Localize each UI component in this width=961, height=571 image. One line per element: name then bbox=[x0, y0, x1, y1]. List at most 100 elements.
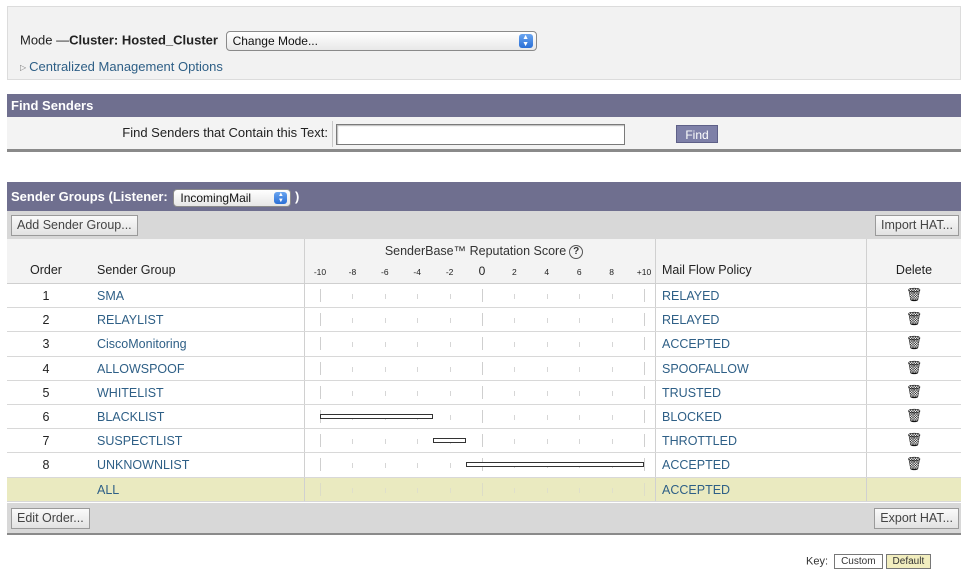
scale-tick bbox=[384, 390, 386, 396]
scale-tick-label: 2 bbox=[512, 267, 517, 277]
column-divider bbox=[655, 453, 656, 477]
scale-tick bbox=[482, 361, 483, 375]
scale-tick bbox=[449, 342, 451, 348]
reputation-range bbox=[312, 381, 652, 404]
add-sender-group-button[interactable]: Add Sender Group... bbox=[11, 215, 138, 236]
listener-select[interactable]: IncomingMail ▲ ▼ bbox=[173, 188, 292, 207]
mail-flow-policy-link[interactable]: ACCEPTED bbox=[662, 453, 730, 476]
mail-flow-policy-link[interactable]: RELAYED bbox=[662, 308, 719, 331]
change-mode-value: Change Mode... bbox=[232, 34, 318, 48]
score-range-bar bbox=[320, 413, 434, 419]
trash-icon[interactable]: 🗑 bbox=[867, 381, 961, 404]
reputation-range bbox=[312, 284, 652, 307]
mail-flow-policy-link[interactable]: RELAYED bbox=[662, 284, 719, 307]
scale-tick bbox=[546, 294, 548, 299]
sender-group-link[interactable]: CiscoMonitoring bbox=[97, 332, 187, 355]
column-divider bbox=[304, 284, 305, 308]
find-senders-input[interactable] bbox=[336, 124, 625, 145]
scale-tick bbox=[644, 289, 645, 302]
listener-value: IncomingMail bbox=[180, 190, 252, 205]
centralized-management-link[interactable]: ▷ Centralized Management Options bbox=[20, 59, 223, 74]
sender-group-link[interactable]: RELAYLIST bbox=[97, 308, 163, 331]
scale-tick bbox=[352, 342, 354, 348]
sender-group-link[interactable]: SMA bbox=[97, 284, 124, 307]
trash-icon[interactable]: 🗑 bbox=[867, 453, 961, 476]
table-header: Order Sender Group SenderBase™ Reputatio… bbox=[7, 239, 961, 284]
export-hat-button[interactable]: Export HAT... bbox=[874, 508, 959, 529]
change-mode-select[interactable]: Change Mode... ▲ ▼ bbox=[225, 31, 537, 51]
mail-flow-policy-link[interactable]: THROTTLED bbox=[662, 429, 737, 452]
scale-tick bbox=[579, 414, 581, 420]
help-icon[interactable]: ? bbox=[569, 245, 584, 259]
key-custom: Custom bbox=[834, 554, 883, 569]
mode-value: Cluster: Hosted_Cluster bbox=[69, 32, 218, 48]
column-divider bbox=[655, 308, 656, 332]
sender-group-link[interactable]: ALLOWSPOOF bbox=[97, 357, 185, 380]
row-order: 3 bbox=[42, 337, 50, 352]
table-row: 2 RELAYLIST RELAYED 🗑 bbox=[7, 308, 961, 333]
trash-icon[interactable]: 🗑 bbox=[867, 429, 961, 452]
scale-tick bbox=[579, 487, 581, 493]
scale-tick bbox=[320, 434, 321, 448]
scale-tick bbox=[352, 318, 354, 324]
scale-tick bbox=[514, 366, 516, 372]
scale-tick bbox=[514, 318, 516, 324]
trash-icon[interactable]: 🗑 bbox=[867, 308, 961, 331]
score-scale: -10 -8 -6 -4 -2 0 2 4 6 8 +10 bbox=[312, 264, 652, 279]
scale-tick bbox=[384, 439, 386, 445]
key-default: Default bbox=[885, 554, 932, 569]
scale-tick bbox=[546, 439, 548, 445]
scale-tick bbox=[546, 487, 548, 493]
sender-group-link[interactable]: SUSPECTLIST bbox=[97, 429, 182, 452]
col-reputation-score: SenderBase™ Reputation Score? bbox=[343, 244, 625, 259]
centralized-management-label: Centralized Management Options bbox=[29, 59, 223, 74]
mode-panel: Mode —Cluster: Hosted_Cluster Change Mod… bbox=[7, 6, 961, 80]
scale-tick bbox=[644, 313, 645, 327]
scale-tick bbox=[482, 385, 483, 399]
scale-tick bbox=[352, 366, 354, 372]
column-divider bbox=[655, 429, 656, 453]
column-divider bbox=[866, 404, 867, 429]
scale-tick bbox=[644, 361, 645, 375]
row-order: 2 bbox=[42, 313, 50, 328]
sender-group-link[interactable]: BLACKLIST bbox=[97, 405, 164, 428]
scale-tick bbox=[449, 414, 451, 420]
sender-group-link[interactable]: ALL bbox=[97, 478, 119, 501]
scale-tick bbox=[482, 313, 483, 327]
trash-icon[interactable]: 🗑 bbox=[867, 405, 961, 428]
sender-groups-title-suffix: ) bbox=[295, 189, 300, 204]
trash-icon[interactable]: 🗑 bbox=[867, 332, 961, 355]
table-body: 1 SMA RELAYED 🗑 2 RELAYLIST RELAYED 🗑 3 CiscoMoni… bbox=[7, 284, 961, 502]
scale-tick-label: 4 bbox=[544, 267, 550, 277]
import-hat-button[interactable]: Import HAT... bbox=[874, 215, 959, 236]
mail-flow-policy-link[interactable]: ACCEPTED bbox=[662, 478, 730, 501]
edit-order-button[interactable]: Edit Order... bbox=[11, 508, 90, 529]
scale-tick bbox=[482, 482, 483, 496]
scale-tick bbox=[320, 289, 321, 302]
table-row-all: ALL ACCEPTED bbox=[7, 477, 961, 502]
column-divider bbox=[655, 239, 656, 283]
sender-group-link[interactable]: UNKNOWNLIST bbox=[97, 453, 189, 476]
col-order: Order bbox=[30, 263, 62, 277]
row-order: 7 bbox=[42, 434, 50, 449]
table-row: 4 ALLOWSPOOF SPOOFALLOW 🗑 bbox=[7, 356, 961, 381]
scale-tick bbox=[352, 439, 354, 445]
mail-flow-policy-link[interactable]: ACCEPTED bbox=[662, 332, 730, 355]
scale-tick bbox=[644, 458, 645, 472]
scale-tick bbox=[611, 318, 613, 324]
find-button[interactable]: Find bbox=[676, 125, 718, 143]
mail-flow-policy-link[interactable]: BLOCKED bbox=[662, 405, 722, 428]
scale-tick bbox=[611, 487, 613, 493]
trash-icon[interactable]: 🗑 bbox=[867, 284, 961, 307]
column-divider bbox=[866, 332, 867, 356]
sender-groups-toolbar-bottom: Edit Order... Export HAT... bbox=[7, 503, 961, 535]
column-divider bbox=[866, 453, 867, 477]
mail-flow-policy-link[interactable]: SPOOFALLOW bbox=[662, 357, 749, 380]
col-mail-flow-policy: Mail Flow Policy bbox=[662, 263, 752, 277]
mail-flow-policy-link[interactable]: TRUSTED bbox=[662, 381, 721, 404]
column-divider bbox=[655, 477, 656, 501]
reputation-range bbox=[312, 453, 652, 476]
scale-tick bbox=[579, 366, 581, 372]
sender-group-link[interactable]: WHITELIST bbox=[97, 381, 164, 404]
trash-icon[interactable]: 🗑 bbox=[867, 357, 961, 380]
